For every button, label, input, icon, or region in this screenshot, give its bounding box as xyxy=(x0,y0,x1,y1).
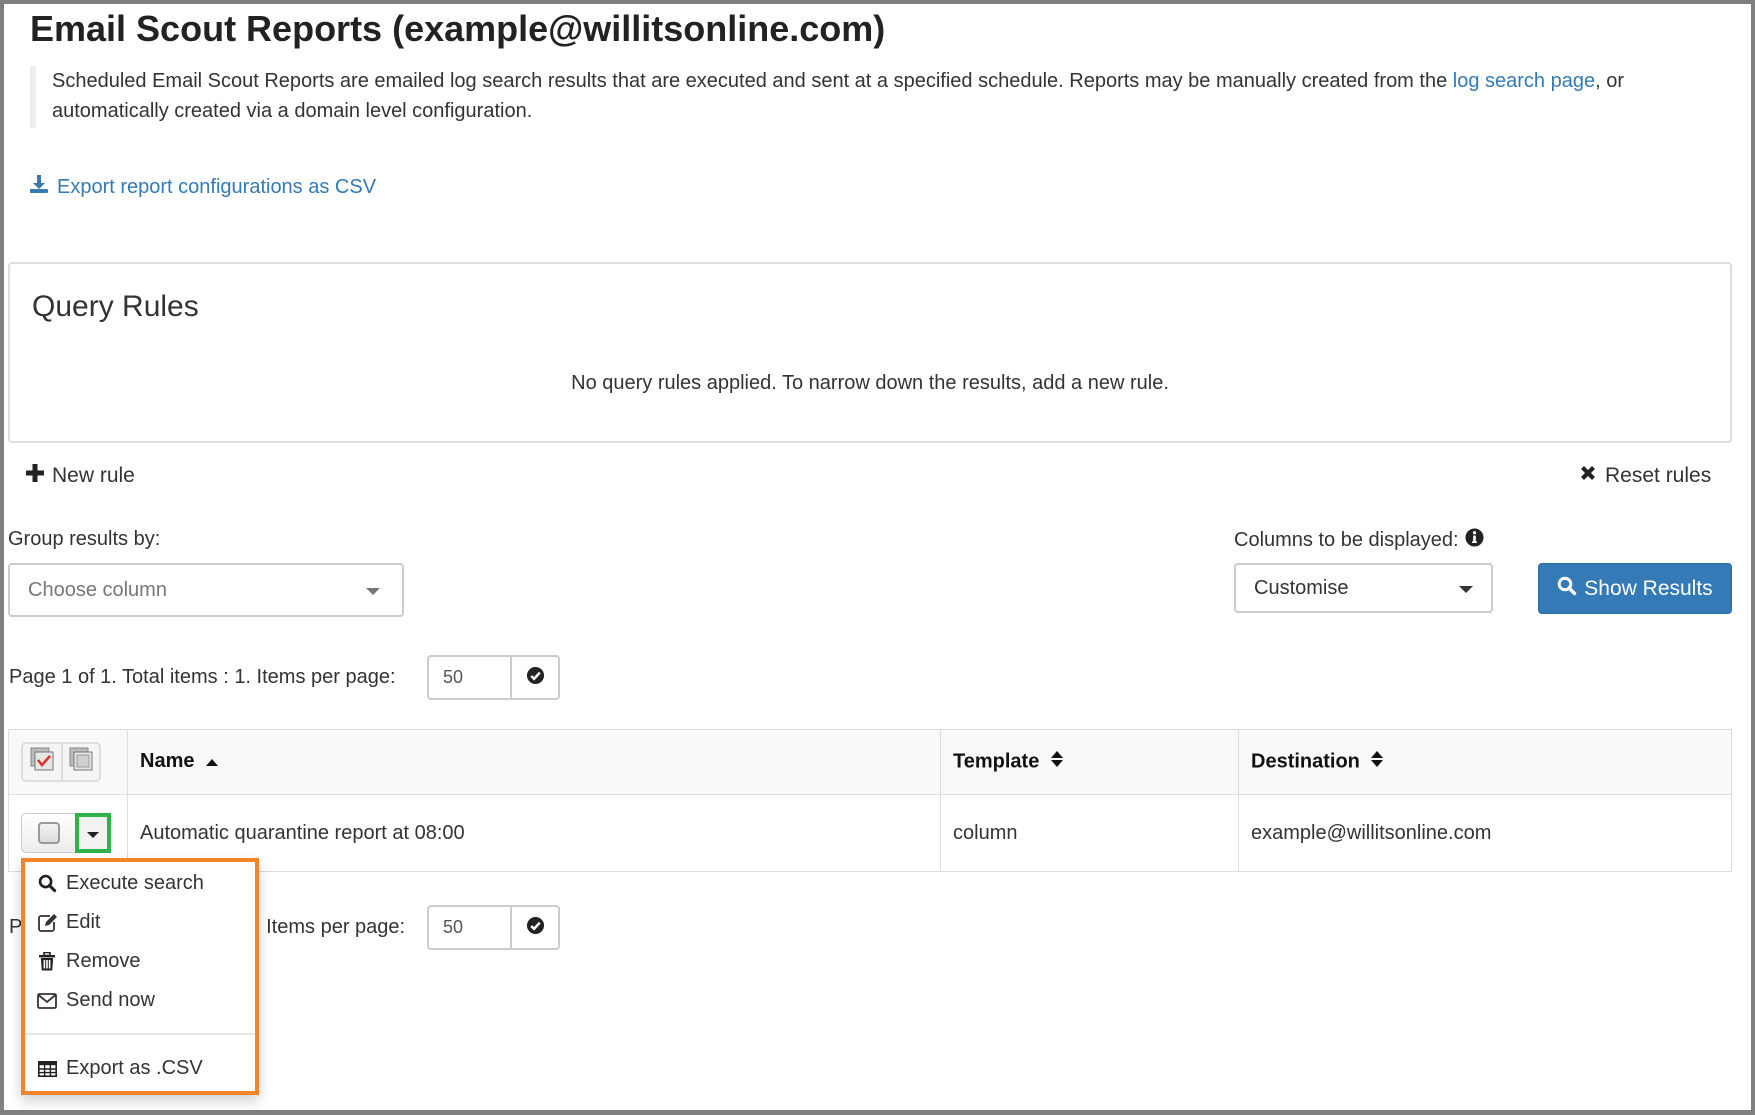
column-header-label: Template xyxy=(953,750,1040,773)
menu-item-send-now[interactable]: Send now xyxy=(37,989,155,1012)
menu-item-label: Send now xyxy=(66,989,155,1011)
columns-label: Columns to be displayed: xyxy=(1234,529,1459,551)
bulk-select-group xyxy=(21,742,101,782)
sort-icon xyxy=(1371,750,1384,774)
select-all-button[interactable] xyxy=(23,744,61,780)
pager-summary-bottom-end: . Items per page: xyxy=(255,916,406,938)
query-rules-panel: Query Rules No query rules applied. To n… xyxy=(8,262,1732,443)
menu-item-label: Edit xyxy=(66,911,101,933)
column-header-label: Name xyxy=(140,750,195,773)
apply-items-per-page-button[interactable] xyxy=(512,907,558,948)
page-description: Scheduled Email Scout Reports are emaile… xyxy=(30,66,1720,128)
cell-template: column xyxy=(940,794,1239,872)
apply-items-per-page-button[interactable] xyxy=(512,657,558,698)
check-circle-icon xyxy=(526,916,545,940)
table-header-row: Name Template Destination xyxy=(8,729,1732,795)
menu-item-label: Remove xyxy=(66,950,141,972)
column-header-name[interactable]: Name xyxy=(127,729,941,795)
caret-down-icon xyxy=(87,822,99,845)
edit-icon xyxy=(37,913,57,933)
menu-item-label: Execute search xyxy=(66,872,204,894)
cell-destination: example@willitsonline.com xyxy=(1238,794,1732,872)
reset-rules-button[interactable]: Reset rules xyxy=(1579,464,1711,488)
column-header-destination[interactable]: Destination xyxy=(1238,729,1732,795)
table-row: Automatic quarantine report at 08:00 col… xyxy=(8,794,1732,872)
row-actions-menu: Execute search Edit Remove Send now Expo… xyxy=(21,858,259,1095)
info-icon[interactable] xyxy=(1465,528,1484,553)
plus-icon xyxy=(26,464,44,488)
reset-rules-label: Reset rules xyxy=(1605,464,1712,487)
deselect-all-button[interactable] xyxy=(61,744,99,780)
selection-header xyxy=(8,729,128,795)
close-icon xyxy=(1579,464,1597,488)
menu-item-execute-search[interactable]: Execute search xyxy=(37,872,204,895)
menu-item-export-csv[interactable]: Export as .CSV xyxy=(37,1057,203,1080)
envelope-icon xyxy=(37,991,57,1011)
description-text: Scheduled Email Scout Reports are emaile… xyxy=(52,70,1453,92)
columns-select[interactable]: Customise xyxy=(1234,563,1493,613)
sort-asc-icon xyxy=(206,751,219,774)
row-actions xyxy=(21,813,111,853)
menu-item-remove[interactable]: Remove xyxy=(37,950,140,973)
show-results-label: Show Results xyxy=(1584,576,1713,600)
show-results-button[interactable]: Show Results xyxy=(1538,563,1732,614)
row-select-button[interactable] xyxy=(21,813,75,853)
row-checkbox[interactable] xyxy=(37,822,60,844)
items-per-page-input[interactable]: 50 xyxy=(429,657,512,698)
query-rules-title: Query Rules xyxy=(32,290,199,323)
columns-label-group: Columns to be displayed: xyxy=(1234,528,1484,553)
trash-icon xyxy=(37,952,57,972)
row-menu-toggle[interactable] xyxy=(75,813,111,853)
columns-value: Customise xyxy=(1254,576,1349,599)
select-all-icon xyxy=(29,746,55,778)
table-icon xyxy=(37,1059,57,1079)
pager-summary-top: Page 1 of 1. Total items : 1. Items per … xyxy=(9,666,396,688)
column-header-label: Destination xyxy=(1251,750,1360,773)
export-configurations-label: Export report configurations as CSV xyxy=(57,175,377,198)
search-icon xyxy=(37,874,57,894)
items-per-page-top: 50 xyxy=(427,655,560,700)
items-per-page-input[interactable]: 50 xyxy=(429,907,512,948)
new-rule-button[interactable]: New rule xyxy=(26,464,135,488)
group-by-label: Group results by: xyxy=(8,528,161,550)
menu-item-edit[interactable]: Edit xyxy=(37,911,100,934)
screenshot-frame xyxy=(0,0,1755,1115)
search-icon xyxy=(1557,576,1577,602)
export-configurations-link[interactable]: Export report configurations as CSV xyxy=(29,174,376,200)
query-rules-empty-message: No query rules applied. To narrow down t… xyxy=(571,372,1169,394)
log-search-page-link[interactable]: log search page xyxy=(1453,70,1595,92)
chevron-down-icon xyxy=(1459,586,1473,593)
group-by-select[interactable]: Choose column xyxy=(8,563,404,617)
new-rule-label: New rule xyxy=(52,464,135,487)
items-per-page-bottom: 50 xyxy=(427,905,560,950)
column-header-template[interactable]: Template xyxy=(940,729,1239,795)
page-title: Email Scout Reports (example@willitsonli… xyxy=(30,8,886,49)
download-icon xyxy=(29,174,49,200)
menu-divider xyxy=(25,1033,255,1035)
menu-item-label: Export as .CSV xyxy=(66,1057,203,1079)
chevron-down-icon xyxy=(366,588,380,595)
group-by-placeholder: Choose column xyxy=(28,578,167,601)
reports-table: Name Template Destination Automatic quar… xyxy=(8,729,1732,872)
check-circle-icon xyxy=(526,666,545,690)
sort-icon xyxy=(1050,750,1063,774)
deselect-all-icon xyxy=(68,746,94,778)
